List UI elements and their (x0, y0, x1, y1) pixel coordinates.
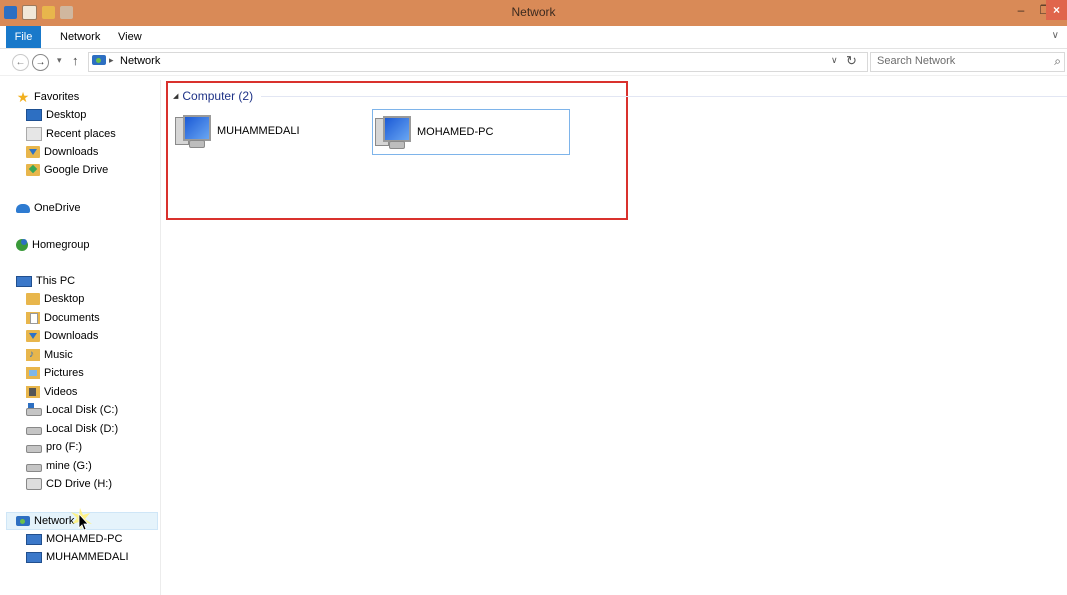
sidebar-item-mohamed-pc[interactable]: MOHAMED-PC (26, 531, 122, 547)
computer-icon (373, 112, 413, 152)
expand-ribbon-icon[interactable]: ∨ (1052, 30, 1059, 41)
sidebar-item-pc-desktop[interactable]: Desktop (26, 291, 84, 307)
desktop-folder-icon (26, 293, 40, 305)
sidebar-item-local-disk-c[interactable]: Local Disk (C:) (26, 402, 118, 418)
sidebar-item-documents[interactable]: Documents (26, 310, 100, 326)
search-icon[interactable]: ⌕ (1054, 54, 1061, 69)
breadcrumb-network[interactable]: Network (120, 55, 160, 67)
sidebar-item-homegroup[interactable]: Homegroup (16, 237, 89, 253)
address-bar-row: ← → ▾ ↑ ▸ Network ∨ ↻ Search Network ⌕ (0, 49, 1067, 76)
desktop-icon (26, 109, 42, 121)
sidebar-item-downloads[interactable]: Downloads (26, 144, 98, 160)
recent-places-icon (26, 127, 42, 141)
sidebar-item-pc-downloads[interactable]: Downloads (26, 328, 98, 344)
group-label: Computer (2) (182, 89, 254, 103)
sidebar-item-music[interactable]: Music (26, 347, 73, 363)
videos-folder-icon (26, 386, 40, 398)
music-folder-icon (26, 347, 40, 363)
computer-icon (26, 551, 42, 563)
search-placeholder: Search Network (877, 55, 956, 67)
cd-drive-icon (26, 478, 42, 490)
close-button[interactable]: × (1046, 0, 1067, 20)
refresh-icon[interactable]: ↻ (846, 53, 857, 69)
sidebar-item-google-drive[interactable]: Google Drive (26, 162, 108, 178)
computer-tile-muhammedali[interactable]: MUHAMMEDALI (173, 109, 363, 153)
sidebar-item-onedrive[interactable]: OneDrive (16, 200, 80, 216)
sidebar-item-pro-f[interactable]: pro (F:) (26, 439, 82, 455)
group-divider (261, 96, 1067, 97)
forward-button[interactable]: → (32, 54, 49, 71)
sidebar-item-this-pc[interactable]: This PC (16, 273, 75, 289)
search-input[interactable]: Search Network ⌕ (870, 52, 1065, 72)
sidebar-item-favorites[interactable]: ★ Favorites (16, 89, 80, 105)
downloads-folder-icon (26, 146, 40, 158)
sidebar-item-desktop[interactable]: Desktop (26, 107, 86, 123)
collapse-triangle-icon[interactable]: ◢ (173, 92, 178, 100)
up-button[interactable]: ↑ (72, 53, 79, 68)
network-icon (16, 516, 30, 526)
sidebar-item-recent-places[interactable]: Recent places (26, 126, 116, 142)
downloads-folder-icon (26, 330, 40, 342)
title-bar: Network – ❐ × (0, 0, 1067, 26)
computer-name: MUHAMMEDALI (217, 125, 300, 137)
tab-file[interactable]: File (6, 26, 41, 48)
sidebar-item-muhammedali[interactable]: MUHAMMEDALI (26, 549, 129, 565)
onedrive-icon (16, 203, 30, 213)
computer-icon (173, 111, 213, 151)
tab-network[interactable]: Network (60, 26, 100, 48)
breadcrumb-separator-icon[interactable]: ▸ (109, 55, 114, 66)
recent-locations-icon[interactable]: ▾ (57, 55, 62, 66)
tab-view[interactable]: View (118, 26, 142, 48)
network-icon (92, 55, 106, 65)
google-drive-icon (26, 164, 40, 176)
sidebar-item-pictures[interactable]: Pictures (26, 365, 84, 381)
hard-drive-icon (26, 464, 42, 472)
group-header-computer[interactable]: ◢ Computer (2) (173, 89, 253, 103)
minimize-button[interactable]: – (1008, 0, 1034, 20)
sidebar-item-local-disk-d[interactable]: Local Disk (D:) (26, 421, 118, 437)
ribbon: File Network View ∨ (0, 26, 1067, 49)
computer-tile-mohamed-pc[interactable]: MOHAMED-PC (372, 109, 570, 155)
address-dropdown-icon[interactable]: ∨ (831, 55, 838, 66)
sidebar-item-videos[interactable]: Videos (26, 384, 77, 400)
sidebar-item-mine-g[interactable]: mine (G:) (26, 458, 92, 474)
back-button[interactable]: ← (12, 54, 29, 71)
hard-drive-icon (26, 445, 42, 453)
star-icon: ★ (16, 89, 30, 105)
system-drive-icon (26, 403, 42, 416)
computer-name: MOHAMED-PC (417, 126, 494, 138)
address-input[interactable]: ▸ Network ∨ ↻ (88, 52, 868, 72)
computer-icon (26, 533, 42, 545)
documents-folder-icon (26, 312, 40, 324)
window-title: Network (511, 5, 556, 19)
homegroup-icon (16, 239, 28, 251)
content-pane: ◢ Computer (2) MUHAMMEDALI MOHAMED-PC (161, 80, 1067, 595)
computer-icon (16, 275, 32, 287)
hard-drive-icon (26, 427, 42, 435)
mouse-cursor-icon (71, 508, 92, 531)
pictures-folder-icon (26, 367, 40, 379)
sidebar-item-cd-drive-h[interactable]: CD Drive (H:) (26, 476, 112, 492)
